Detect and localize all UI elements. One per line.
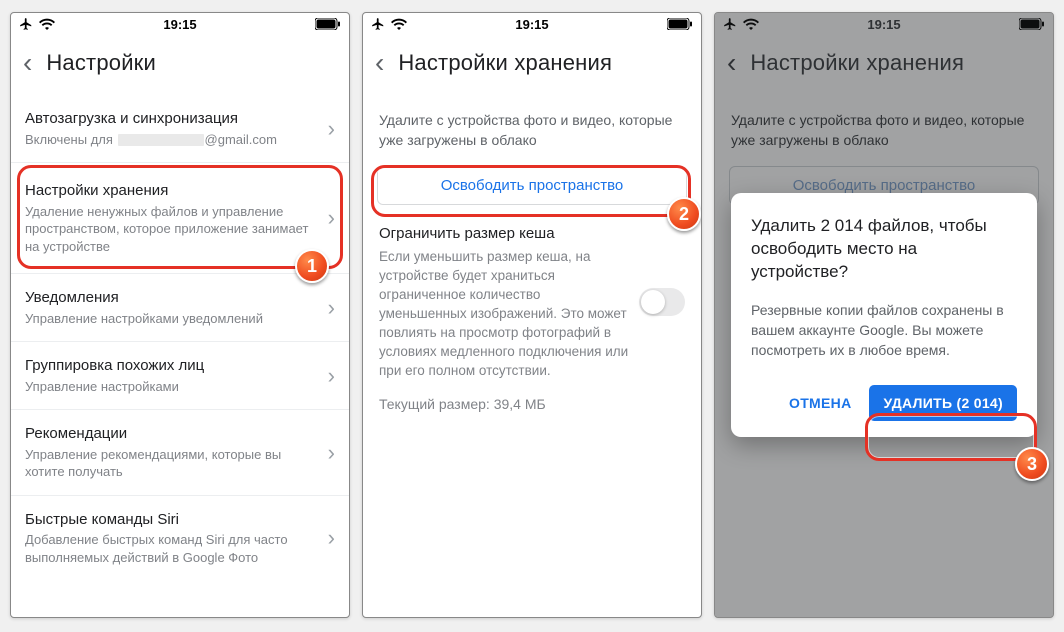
settings-list: Автозагрузка и синхронизация Включены дл… <box>11 95 349 617</box>
delete-button[interactable]: УДАЛИТЬ (2 014) <box>869 385 1017 421</box>
item-title: Рекомендации <box>25 424 318 444</box>
item-title: Группировка похожих лиц <box>25 356 318 376</box>
cache-limit-desc: Если уменьшить размер кеша, на устройств… <box>379 248 629 380</box>
item-sub: Удаление ненужных файлов и управление пр… <box>25 203 318 256</box>
back-icon[interactable]: ‹ <box>375 49 384 77</box>
item-sub: Добавление быстрых команд Siri для часто… <box>25 531 318 566</box>
item-title: Настройки хранения <box>25 181 318 201</box>
delete-confirmation-dialog: Удалить 2 014 файлов, чтобы освободить м… <box>731 193 1037 437</box>
chevron-right-icon: › <box>328 205 335 231</box>
cache-current-size: Текущий размер: 39,4 МБ <box>363 390 701 418</box>
back-icon[interactable]: ‹ <box>23 49 32 77</box>
dialog-actions: ОТМЕНА УДАЛИТЬ (2 014) <box>751 385 1017 421</box>
screen-delete-dialog: 19:15 ‹ Настройки хранения Удалите с уст… <box>714 12 1054 618</box>
item-title: Уведомления <box>25 288 318 308</box>
item-sub: Включены для @gmail.com <box>25 131 318 149</box>
status-time: 19:15 <box>478 17 585 32</box>
storage-content: Удалите с устройства фото и видео, котор… <box>363 95 701 617</box>
status-bar: 19:15 <box>363 13 701 35</box>
item-siri-shortcuts[interactable]: Быстрые команды Siri Добавление быстрых … <box>11 496 349 581</box>
item-sub: Управление настройками уведомлений <box>25 310 318 328</box>
chevron-right-icon: › <box>328 525 335 551</box>
chevron-right-icon: › <box>328 363 335 389</box>
screen-settings: 19:15 ‹ Настройки Автозагрузка и синхрон… <box>10 12 350 618</box>
nav-header: ‹ Настройки хранения <box>363 35 701 95</box>
chevron-right-icon: › <box>328 116 335 142</box>
cancel-button[interactable]: ОТМЕНА <box>783 387 857 419</box>
battery-icon <box>667 18 693 30</box>
status-time: 19:15 <box>126 17 233 32</box>
wifi-icon <box>39 18 55 30</box>
airplane-icon <box>371 17 385 31</box>
item-face-grouping[interactable]: Группировка похожих лиц Управление настр… <box>11 342 349 410</box>
item-title: Автозагрузка и синхронизация <box>25 109 318 129</box>
item-storage-settings[interactable]: Настройки хранения Удаление ненужных фай… <box>11 163 349 274</box>
free-space-button[interactable]: Освободить пространство <box>377 166 687 205</box>
chevron-right-icon: › <box>328 440 335 466</box>
page-title: Настройки <box>46 50 156 76</box>
item-title: Быстрые команды Siri <box>25 510 318 530</box>
item-notifications[interactable]: Уведомления Управление настройками уведо… <box>11 274 349 342</box>
item-recommendations[interactable]: Рекомендации Управление рекомендациями, … <box>11 410 349 496</box>
dialog-body: Резервные копии файлов сохранены в вашем… <box>751 300 1017 361</box>
nav-header: ‹ Настройки <box>11 35 349 95</box>
status-bar: 19:15 <box>11 13 349 35</box>
screen-storage-settings: 19:15 ‹ Настройки хранения Удалите с уст… <box>362 12 702 618</box>
wifi-icon <box>391 18 407 30</box>
info-text: Удалите с устройства фото и видео, котор… <box>363 95 701 156</box>
chevron-right-icon: › <box>328 295 335 321</box>
cache-limit-title: Ограничить размер кеша <box>363 225 701 246</box>
item-sub: Управление рекомендациями, которые вы хо… <box>25 446 318 481</box>
battery-icon <box>315 18 341 30</box>
cache-limit-row: Если уменьшить размер кеша, на устройств… <box>363 246 701 390</box>
item-autosync[interactable]: Автозагрузка и синхронизация Включены дл… <box>11 95 349 163</box>
airplane-icon <box>19 17 33 31</box>
cache-limit-switch[interactable] <box>639 288 685 316</box>
dialog-title: Удалить 2 014 файлов, чтобы освободить м… <box>751 215 1017 284</box>
item-sub: Управление настройками <box>25 378 318 396</box>
redacted-email <box>118 134 204 146</box>
page-title: Настройки хранения <box>398 50 612 76</box>
